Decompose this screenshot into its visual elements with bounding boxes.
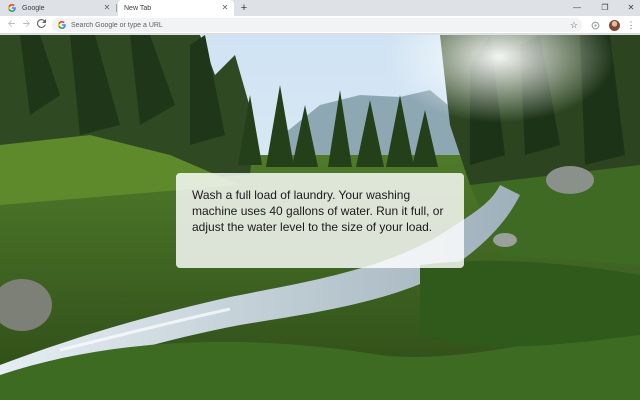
- close-icon[interactable]: ✕: [102, 3, 112, 13]
- extension-icon[interactable]: [588, 18, 602, 32]
- tab-google[interactable]: Google ✕: [2, 0, 116, 16]
- new-tab-page: Wash a full load of laundry. Your washin…: [0, 35, 640, 400]
- avatar[interactable]: [607, 18, 621, 32]
- minimize-icon[interactable]: —: [568, 0, 586, 16]
- omnibox-input[interactable]: [71, 21, 551, 29]
- plus-icon[interactable]: +: [238, 2, 250, 14]
- message-card: Wash a full load of laundry. Your washin…: [176, 173, 464, 268]
- close-icon[interactable]: ✕: [220, 3, 230, 13]
- more-vert-icon[interactable]: ⋮: [624, 18, 638, 32]
- reload-icon[interactable]: [34, 18, 48, 32]
- tab-title: Google: [22, 4, 45, 12]
- star-icon[interactable]: ☆: [570, 18, 578, 32]
- browser-toolbar: ☆ ⋮: [0, 16, 640, 34]
- tab-title: New Tab: [124, 4, 152, 12]
- tab-strip: Google ✕ New Tab ✕ + — ❐ ✕: [0, 0, 640, 16]
- google-favicon-icon: [8, 4, 16, 12]
- google-g-icon: [58, 21, 66, 29]
- tab-new-tab[interactable]: New Tab ✕: [118, 0, 234, 16]
- restore-icon[interactable]: ❐: [596, 0, 614, 16]
- arrow-left-icon[interactable]: [4, 18, 18, 32]
- profile-avatar-icon: [608, 19, 620, 31]
- close-window-icon[interactable]: ✕: [622, 0, 640, 16]
- tab-separator: [116, 4, 117, 12]
- arrow-right-icon[interactable]: [19, 18, 33, 32]
- omnibox[interactable]: ☆: [52, 18, 582, 32]
- message-text: Wash a full load of laundry. Your washin…: [192, 188, 444, 234]
